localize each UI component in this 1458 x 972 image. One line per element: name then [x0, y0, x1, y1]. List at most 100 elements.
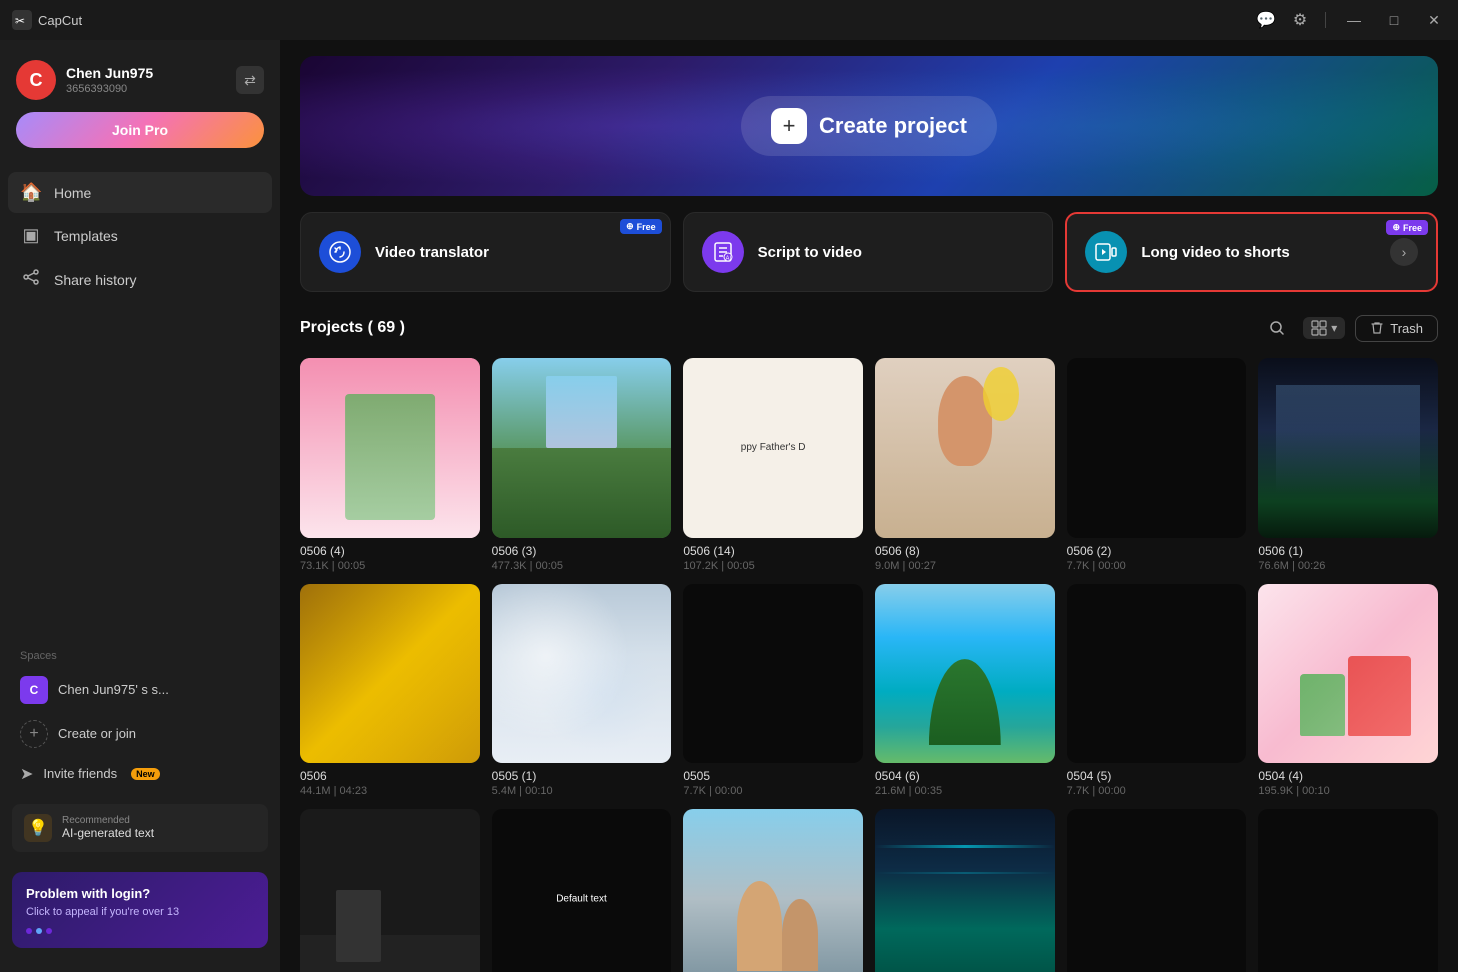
main-content: + Create project ⊕Free Video translator [280, 40, 1458, 972]
sidebar-nav: 🏠 Home ▣ Templates Share history [0, 164, 280, 638]
table-row[interactable]: 0503 [1067, 809, 1247, 972]
share-icon [20, 268, 42, 291]
table-row[interactable]: 0506 (1) 76.6M | 00:26 [1258, 358, 1438, 572]
free-badge-shorts: ⊕Free [1386, 220, 1428, 235]
table-row[interactable]: 0504 (6) 21.6M | 00:35 [875, 584, 1055, 798]
table-row[interactable]: 0504 (1) [683, 809, 863, 972]
project-meta: 9.0M | 00:27 [875, 560, 1055, 572]
project-thumbnail [1067, 584, 1247, 764]
video-translator-label: Video translator [375, 244, 489, 261]
search-button[interactable] [1261, 312, 1293, 344]
project-name: 0504 (4) [1258, 769, 1438, 783]
plus-circle-icon: + [20, 720, 48, 748]
feature-cards: ⊕Free Video translator [300, 212, 1438, 292]
user-text: Chen Jun975 3656393090 [66, 65, 226, 95]
table-row[interactable]: ppy Father's D 0506 (14) 107.2K | 00:05 [683, 358, 863, 572]
table-row[interactable]: 0504 (5) 7.7K | 00:00 [1067, 584, 1247, 798]
sidebar-item-home[interactable]: 🏠 Home [8, 172, 272, 213]
problem-title: Problem with login? [26, 886, 254, 901]
minimize-button[interactable]: — [1342, 8, 1366, 32]
project-meta: 107.2K | 00:05 [683, 560, 863, 572]
dot-2 [36, 928, 42, 934]
problem-card-dots [26, 928, 254, 934]
sidebar-item-space[interactable]: C Chen Jun975' s s... [0, 668, 280, 712]
table-row[interactable]: 0502 [1258, 809, 1438, 972]
script-to-video-label: Script to video [758, 244, 862, 261]
projects-header: Projects ( 69 ) [300, 312, 1438, 344]
sidebar-item-templates[interactable]: ▣ Templates [8, 215, 272, 256]
table-row[interactable]: 0504 [875, 809, 1055, 972]
space-avatar: C [20, 676, 48, 704]
project-thumbnail: Default text [492, 809, 672, 972]
feature-video-translator[interactable]: ⊕Free Video translator [300, 212, 671, 292]
close-button[interactable]: ✕ [1422, 8, 1446, 32]
project-name: 0505 [683, 769, 863, 783]
create-project-button[interactable]: + Create project [741, 96, 997, 156]
hero-banner[interactable]: + Create project [300, 56, 1438, 196]
project-name: 0505 (1) [492, 769, 672, 783]
view-toggle-button[interactable]: ▾ [1303, 317, 1345, 339]
chat-icon[interactable]: 💬 [1257, 11, 1275, 29]
settings-icon[interactable]: ⚙ [1291, 11, 1309, 29]
sidebar-item-home-label: Home [54, 185, 91, 201]
video-translator-icon [319, 231, 361, 273]
table-row[interactable]: 0506 44.1M | 04:23 [300, 584, 480, 798]
window-controls: 💬 ⚙ — □ ✕ [1257, 8, 1446, 32]
sidebar-item-share-history[interactable]: Share history [8, 258, 272, 301]
dot-1 [26, 928, 32, 934]
project-thumbnail [683, 809, 863, 972]
table-row[interactable]: 0506 (3) 477.3K | 00:05 [492, 358, 672, 572]
projects-actions: ▾ Trash [1261, 312, 1438, 344]
long-video-arrow[interactable]: › [1390, 238, 1418, 266]
svg-text:AI: AI [725, 256, 731, 262]
invite-icon: ➤ [20, 764, 33, 784]
home-icon: 🏠 [20, 182, 42, 203]
problem-desc: Click to appeal if you're over 13 [26, 905, 254, 920]
table-row[interactable]: 0504 (3) [300, 809, 480, 972]
recommend-card[interactable]: 💡 Recommended AI-generated text [12, 804, 268, 852]
problem-card[interactable]: Problem with login? Click to appeal if y… [12, 872, 268, 948]
feature-long-video-shorts[interactable]: ⊕Free Long video to shorts › [1065, 212, 1438, 292]
table-row[interactable]: Default text 0504 (2) [492, 809, 672, 972]
create-plus-icon: + [771, 108, 807, 144]
table-row[interactable]: Default text 0506 (4) 73.1K | 00:05 [300, 358, 480, 572]
table-row[interactable]: 0506 (2) 7.7K | 00:00 [1067, 358, 1247, 572]
trash-button[interactable]: Trash [1355, 315, 1438, 342]
switch-account-button[interactable]: ⇄ [236, 66, 264, 94]
table-row[interactable]: 0505 (1) 5.4M | 00:10 [492, 584, 672, 798]
project-name: 0506 (2) [1067, 544, 1247, 558]
maximize-button[interactable]: □ [1382, 8, 1406, 32]
create-project-label: Create project [819, 113, 967, 139]
join-pro-button[interactable]: Join Pro [16, 112, 264, 148]
project-thumbnail [492, 358, 672, 538]
user-info: C Chen Jun975 3656393090 ⇄ [16, 60, 264, 100]
user-section: C Chen Jun975 3656393090 ⇄ Join Pro [0, 52, 280, 164]
project-thumbnail [1067, 358, 1247, 538]
project-name: 0506 (4) [300, 544, 480, 558]
templates-icon: ▣ [20, 225, 42, 246]
long-video-label: Long video to shorts [1141, 244, 1289, 261]
sidebar-item-templates-label: Templates [54, 228, 118, 244]
project-meta: 195.9K | 00:10 [1258, 785, 1438, 797]
project-meta: 477.3K | 00:05 [492, 560, 672, 572]
sidebar-item-invite[interactable]: ➤ Invite friends New [0, 756, 280, 792]
project-name: 0506 [300, 769, 480, 783]
project-meta: 5.4M | 00:10 [492, 785, 672, 797]
table-row[interactable]: 0505 7.7K | 00:00 [683, 584, 863, 798]
table-row[interactable]: 0506 (8) 9.0M | 00:27 [875, 358, 1055, 572]
create-join-label: Create or join [58, 726, 136, 741]
project-name: 0504 (5) [1067, 769, 1247, 783]
project-name: 0506 (8) [875, 544, 1055, 558]
recommend-title: Recommended [62, 815, 154, 826]
project-thumbnail [300, 809, 480, 972]
project-thumbnail: Default text [300, 358, 480, 538]
project-name: 0506 (1) [1258, 544, 1438, 558]
sidebar-item-create-join[interactable]: + Create or join [0, 712, 280, 756]
feature-script-to-video[interactable]: AI Script to video [683, 212, 1054, 292]
project-meta: 44.1M | 04:23 [300, 785, 480, 797]
project-thumbnail [1067, 809, 1247, 972]
long-video-icon [1085, 231, 1127, 273]
table-row[interactable]: 0504 (4) 195.9K | 00:10 [1258, 584, 1438, 798]
recommend-desc: AI-generated text [62, 826, 154, 840]
user-id: 3656393090 [66, 83, 226, 95]
